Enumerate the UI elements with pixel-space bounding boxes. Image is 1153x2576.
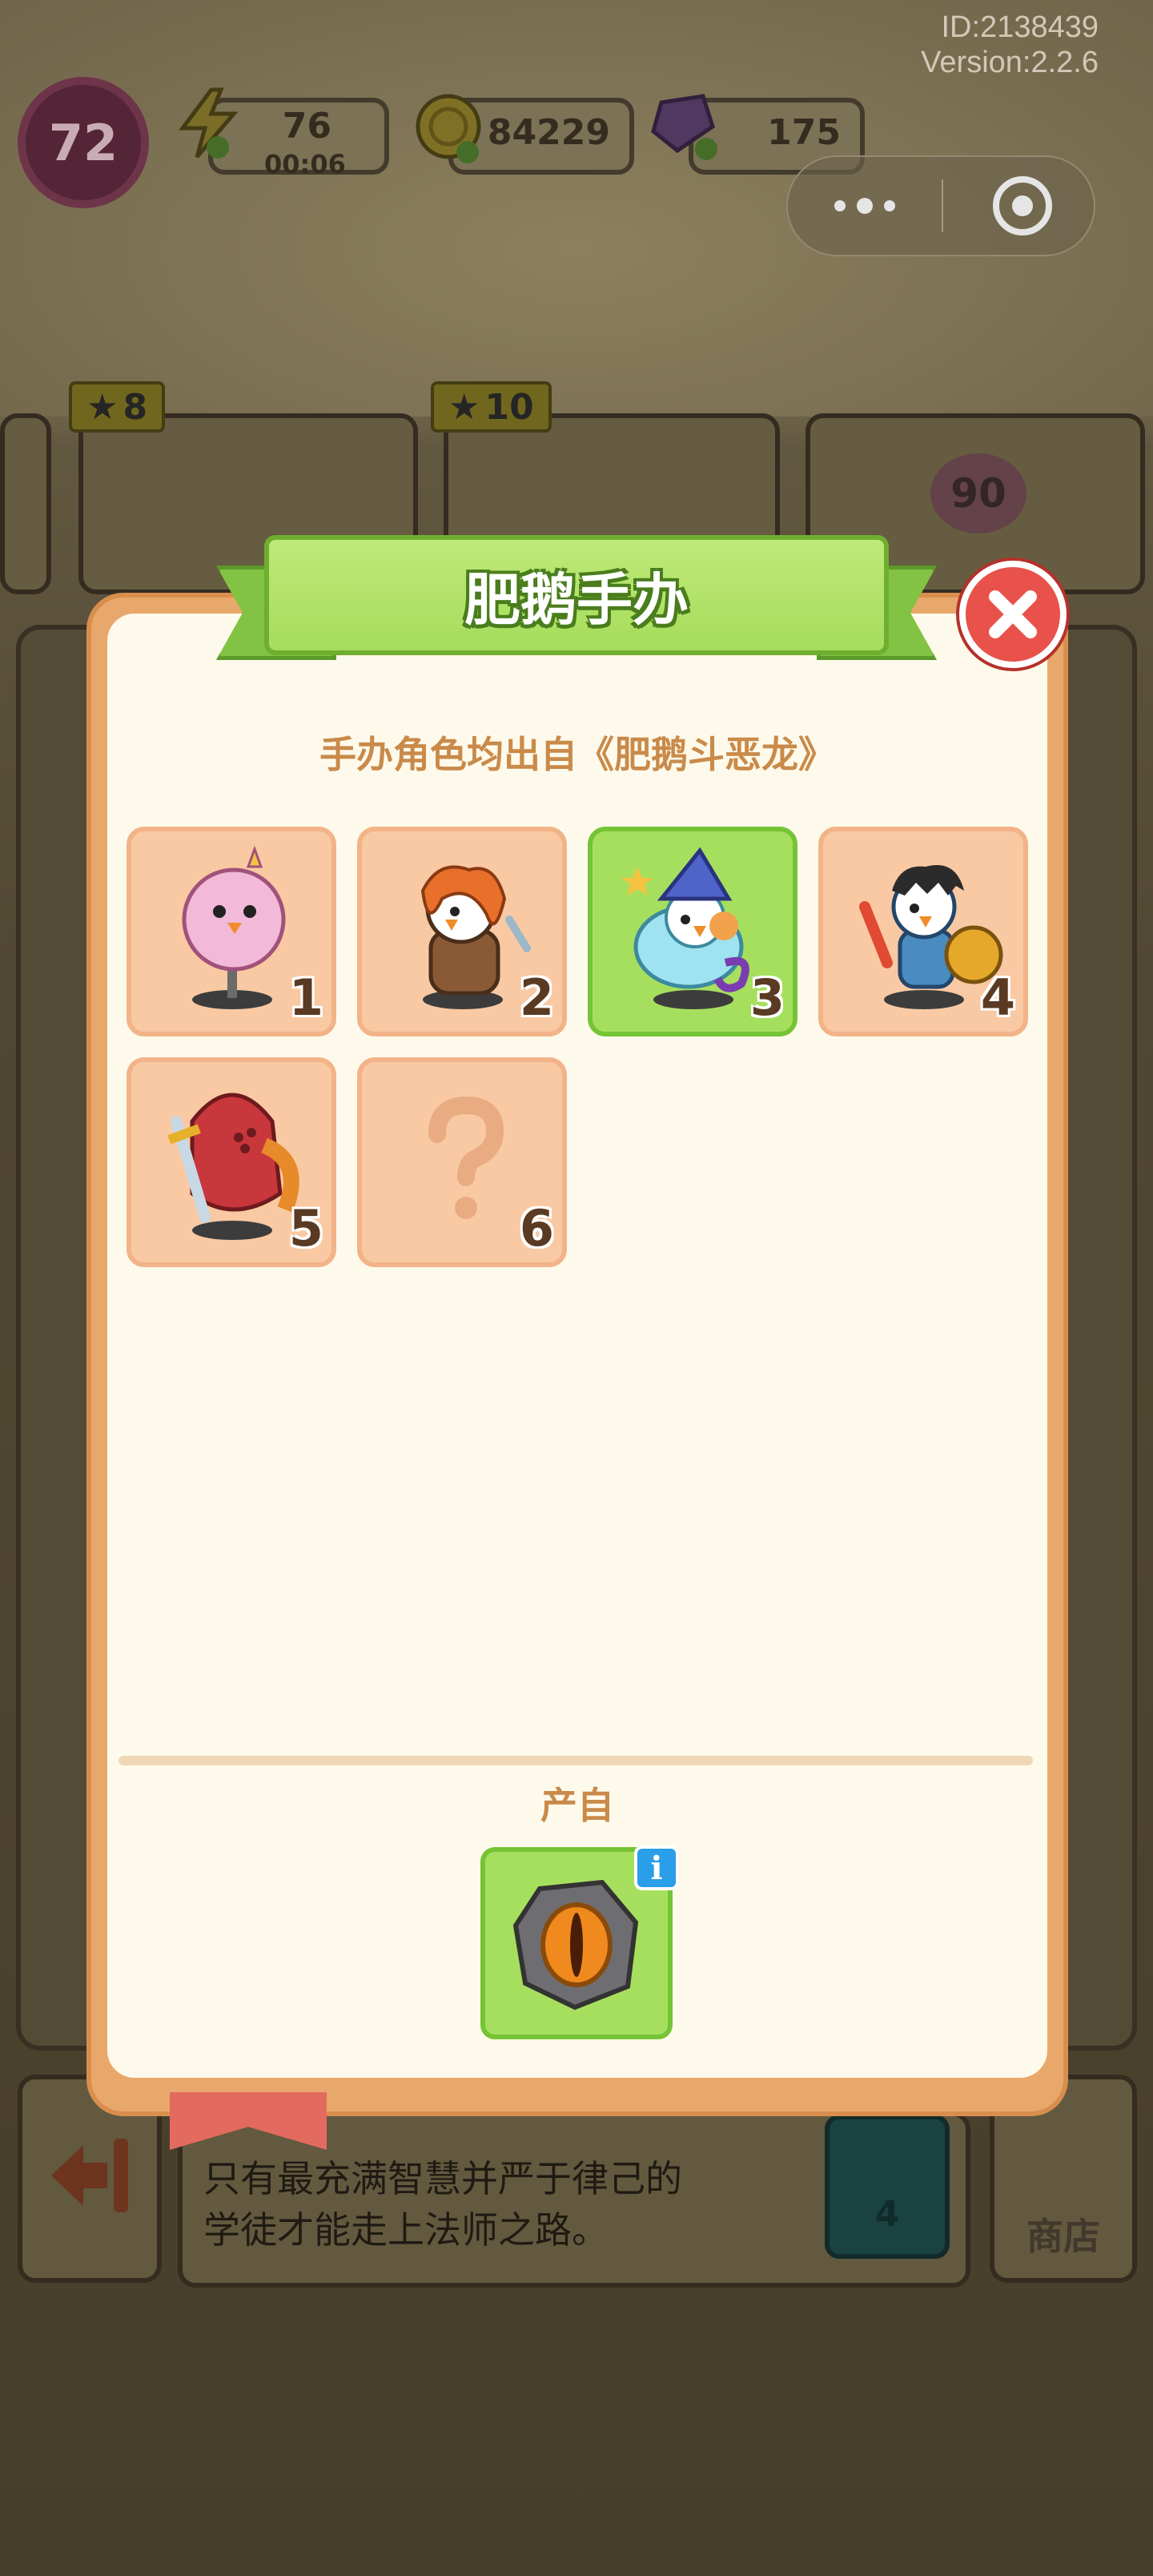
figure-card-2[interactable]: 2 bbox=[357, 827, 567, 1036]
figure-card-1[interactable]: 1 bbox=[127, 827, 336, 1036]
dragon-eye-stone-icon bbox=[512, 1879, 639, 2010]
figure-number: 6 bbox=[519, 1199, 554, 1258]
title-banner: 肥鹅手办 bbox=[216, 535, 937, 673]
banner-main: 肥鹅手办 bbox=[264, 535, 889, 655]
figure-card-6-locked[interactable]: 6 bbox=[357, 1057, 567, 1267]
modal-title: 肥鹅手办 bbox=[464, 566, 689, 633]
figure-number: 1 bbox=[288, 968, 323, 1027]
info-icon[interactable]: i bbox=[634, 1845, 679, 1890]
figure-card-5[interactable]: 5 bbox=[127, 1057, 336, 1267]
figure-number: 5 bbox=[288, 1199, 323, 1258]
source-label: 产自 bbox=[540, 1784, 614, 1827]
close-modal-button[interactable] bbox=[959, 561, 1067, 668]
figure-number: 2 bbox=[519, 968, 554, 1027]
figure-number: 4 bbox=[980, 968, 1015, 1027]
info-badge-text: i bbox=[650, 1849, 663, 1887]
figure-number: 3 bbox=[749, 968, 785, 1027]
section-divider bbox=[119, 1756, 1033, 1765]
close-icon bbox=[989, 590, 1037, 638]
modal-subtitle: 手办角色均出自《肥鹅斗恶龙》 bbox=[319, 733, 835, 776]
source-item-card[interactable]: i bbox=[480, 1845, 679, 2039]
figure-card-3[interactable]: 3 bbox=[588, 827, 797, 1036]
figure-card-4[interactable]: 4 bbox=[818, 827, 1028, 1036]
